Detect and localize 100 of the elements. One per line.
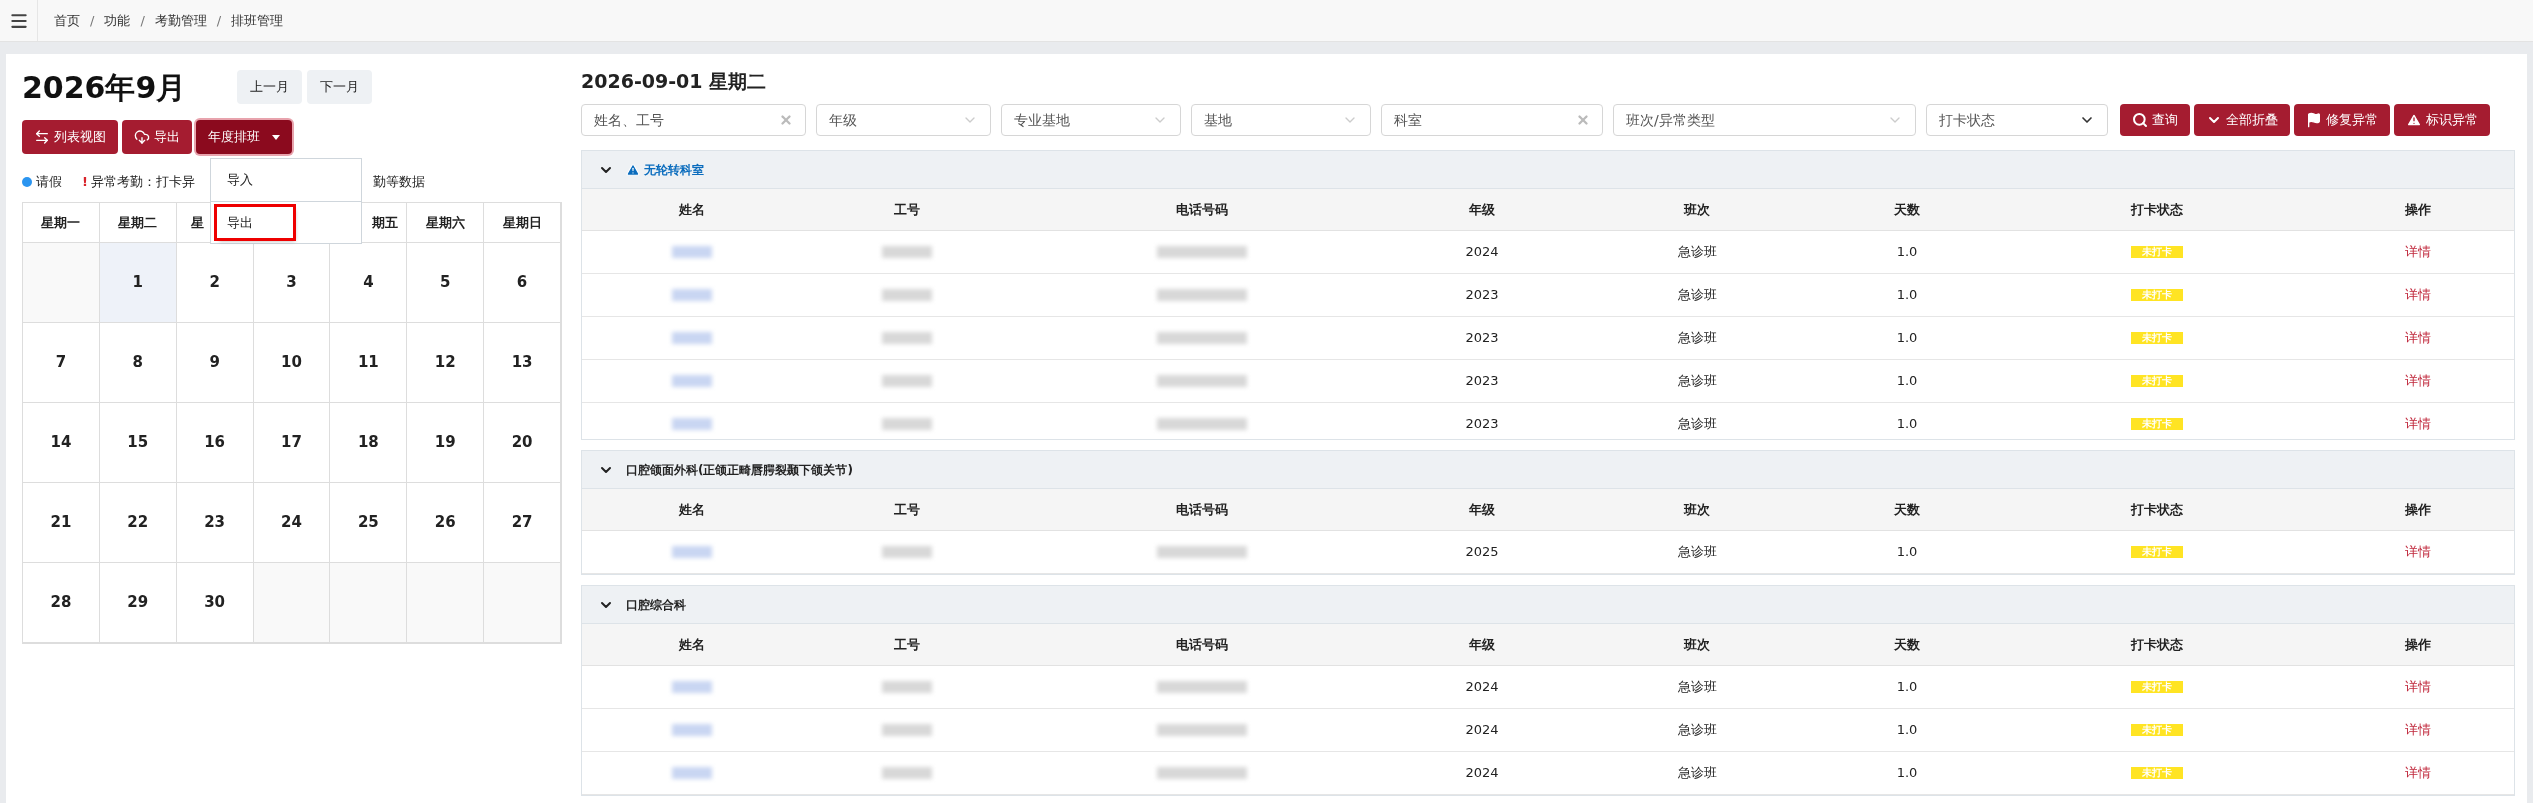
day-cell[interactable]: 30 (176, 563, 254, 643)
day-cell[interactable]: 14 (23, 403, 100, 483)
blurred-id (882, 418, 932, 430)
group-header[interactable]: 无轮转科室 (582, 151, 2514, 189)
warning-icon (2406, 112, 2422, 128)
input-field[interactable]: 基地 (1191, 104, 1371, 136)
day-cell[interactable]: 26 (407, 483, 485, 563)
group-title: 口腔综合科 (626, 596, 686, 614)
toolbar-button[interactable]: 修复异常 (2294, 104, 2390, 136)
day-cell[interactable]: 28 (23, 563, 100, 643)
day-cell[interactable]: 27 (484, 483, 561, 563)
toolbar-button[interactable]: 全部折叠 (2194, 104, 2290, 136)
select-field[interactable]: 打卡状态 (1926, 104, 2108, 136)
blurred-name[interactable] (672, 767, 712, 779)
day-cell[interactable]: 29 (99, 563, 177, 643)
grade-cell-text: 2024 (1464, 721, 1500, 740)
day-cell[interactable]: 6 (484, 243, 561, 323)
day-cell[interactable]: 4 (330, 243, 408, 323)
day-cell[interactable]: 8 (99, 323, 177, 403)
blurred-name[interactable] (672, 724, 712, 736)
grade-cell-text: 2023 (1464, 329, 1500, 348)
day-cell[interactable]: 15 (99, 403, 177, 483)
cloud-download-icon (134, 129, 150, 145)
action-button[interactable]: 列表视图 (22, 120, 118, 154)
dropdown-button[interactable]: 年度排班 (196, 120, 292, 154)
day-cell[interactable]: 3 (253, 243, 331, 323)
day-cell[interactable]: 7 (23, 323, 100, 403)
day-cell[interactable]: 24 (253, 483, 331, 563)
toolbar-button[interactable]: 标识异常 (2394, 104, 2490, 136)
blurred-name[interactable] (672, 418, 712, 430)
clear-icon[interactable] (1576, 113, 1590, 127)
toolbar-button[interactable]: 查询 (2120, 104, 2190, 136)
detail-link[interactable]: 详情 (2405, 414, 2431, 434)
day-cell[interactable]: 12 (407, 323, 485, 403)
detail-link[interactable]: 详情 (2405, 763, 2431, 783)
breadcrumb-link[interactable]: 首页 (54, 10, 80, 31)
day-cell[interactable]: 10 (253, 323, 331, 403)
day-cell[interactable]: 25 (330, 483, 408, 563)
day-cell[interactable]: 11 (330, 323, 408, 403)
blurred-name[interactable] (672, 546, 712, 558)
day-cell[interactable]: 19 (407, 403, 485, 483)
group-header[interactable]: 口腔综合科 (582, 586, 2514, 624)
blurred-id (882, 767, 932, 779)
detail-link[interactable]: 详情 (2405, 371, 2431, 391)
day-cell[interactable]: 9 (176, 323, 254, 403)
status-badge: 未打卡 (2131, 332, 2183, 344)
clear-icon[interactable] (779, 113, 793, 127)
blurred-name[interactable] (672, 681, 712, 693)
menu-item[interactable]: 导出 (211, 201, 361, 243)
detail-link[interactable]: 详情 (2405, 677, 2431, 697)
day-cell[interactable]: 21 (23, 483, 100, 563)
day-cell[interactable]: 22 (99, 483, 177, 563)
column-header: 工号 (893, 500, 921, 519)
column-header: 打卡状态 (2129, 200, 2184, 219)
day-cell[interactable]: 1 (99, 243, 177, 323)
flag-icon (2306, 112, 2322, 128)
menu-item[interactable]: 导入 (211, 159, 361, 201)
day-cell[interactable]: 5 (407, 243, 485, 323)
date-title: 2026-09-01 星期二 (581, 68, 768, 94)
days-cell-text: 1.0 (1895, 721, 1919, 740)
detail-link[interactable]: 详情 (2405, 285, 2431, 305)
input-field[interactable]: 专业基地 (1001, 104, 1181, 136)
input-field[interactable]: 年级 (816, 104, 991, 136)
day-cell[interactable]: 20 (484, 403, 561, 483)
caret-icon (272, 134, 280, 140)
breadcrumb-link[interactable]: 排班管理 (231, 10, 284, 31)
day-cell[interactable]: 2 (176, 243, 254, 323)
blurred-name[interactable] (672, 332, 712, 344)
detail-link[interactable]: 详情 (2405, 242, 2431, 262)
shift-cell-text: 急诊班 (1676, 543, 1718, 562)
input-field[interactable]: 班次/异常类型 (1613, 104, 1916, 136)
weekday-header: 星期日 (502, 213, 542, 232)
day-cell[interactable]: 16 (176, 403, 254, 483)
breadcrumb-link[interactable]: 考勤管理 (154, 10, 207, 31)
day-cell[interactable]: 18 (330, 403, 408, 483)
detail-link[interactable]: 详情 (2405, 542, 2431, 562)
breadcrumb-link[interactable]: 功能 (104, 10, 131, 31)
day-cell[interactable]: 17 (253, 403, 331, 483)
detail-link[interactable]: 详情 (2405, 328, 2431, 348)
days-cell-text: 1.0 (1895, 372, 1919, 391)
group-header[interactable]: 口腔颌面外科(正颌正畸唇腭裂颞下颌关节) (582, 451, 2514, 489)
detail-link[interactable]: 详情 (2405, 720, 2431, 740)
alert-mark: ! (82, 173, 88, 192)
blurred-name[interactable] (672, 246, 712, 258)
input-field[interactable]: 科室 (1381, 104, 1603, 136)
blurred-name[interactable] (672, 375, 712, 387)
column-header: 工号 (893, 635, 921, 654)
days-cell-text: 1.0 (1895, 678, 1919, 697)
column-header: 年级 (1468, 500, 1496, 519)
blurred-name[interactable] (672, 289, 712, 301)
day-cell[interactable]: 13 (484, 323, 561, 403)
column-header: 年级 (1468, 635, 1496, 654)
day-cell[interactable]: 23 (176, 483, 254, 563)
month-nav-button[interactable]: 下一月 (307, 70, 372, 104)
action-button[interactable]: 导出 (122, 120, 192, 154)
group-title: 口腔颌面外科(正颌正畸唇腭裂颞下颌关节) (626, 461, 853, 479)
month-nav-button[interactable]: 上一月 (237, 70, 302, 104)
weekday-header: 星期一 (41, 213, 81, 232)
shift-cell-text: 急诊班 (1676, 764, 1718, 783)
input-field[interactable]: 姓名、工号 (581, 104, 806, 136)
